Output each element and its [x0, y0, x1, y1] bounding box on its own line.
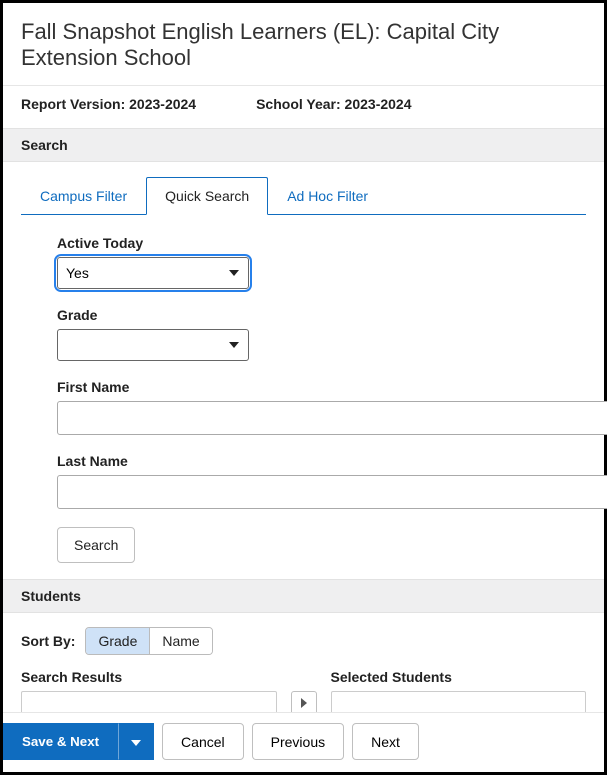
search-results-label: Search Results: [21, 669, 277, 685]
selected-students-label: Selected Students: [331, 669, 587, 685]
footer-bar: Save & Next Cancel Previous Next: [3, 712, 604, 772]
cancel-button[interactable]: Cancel: [162, 723, 244, 760]
active-today-label: Active Today: [57, 235, 568, 251]
sort-name[interactable]: Name: [150, 628, 211, 654]
report-version: Report Version: 2023-2024: [21, 96, 196, 112]
first-name-label: First Name: [57, 379, 568, 395]
school-year-label: School Year:: [256, 96, 341, 112]
chevron-down-icon: [131, 734, 141, 749]
grade-select[interactable]: [57, 329, 249, 361]
school-year: School Year: 2023-2024: [256, 96, 411, 112]
grade-label: Grade: [57, 307, 568, 323]
sort-row: Sort By: Grade Name: [3, 613, 604, 669]
sort-grade[interactable]: Grade: [86, 628, 150, 654]
chevron-right-icon: [300, 695, 308, 711]
report-meta-row: Report Version: 2023-2024 School Year: 2…: [3, 86, 604, 128]
sort-by-label: Sort By:: [21, 633, 75, 649]
save-next-button[interactable]: Save & Next: [3, 723, 118, 760]
next-button[interactable]: Next: [352, 723, 419, 760]
tab-quick-search[interactable]: Quick Search: [146, 177, 268, 215]
last-name-input[interactable]: [57, 475, 607, 509]
previous-button[interactable]: Previous: [252, 723, 344, 760]
active-today-select[interactable]: Yes: [57, 257, 249, 289]
last-name-label: Last Name: [57, 453, 568, 469]
search-section-header: Search: [3, 128, 604, 162]
sort-toggle: Grade Name: [85, 627, 212, 655]
tab-ad-hoc-filter[interactable]: Ad Hoc Filter: [268, 177, 387, 215]
page-title: Fall Snapshot English Learners (EL): Cap…: [3, 3, 604, 86]
report-version-label: Report Version:: [21, 96, 125, 112]
search-button[interactable]: Search: [57, 527, 135, 563]
save-next-menu-button[interactable]: [118, 723, 154, 760]
school-year-value: 2023-2024: [345, 96, 412, 112]
tab-campus-filter[interactable]: Campus Filter: [21, 177, 146, 215]
students-section-header: Students: [3, 579, 604, 613]
filter-tabs: Campus Filter Quick Search Ad Hoc Filter: [21, 176, 586, 215]
quick-search-form: Active Today Yes Grade First Name Last N…: [21, 215, 586, 579]
first-name-input[interactable]: [57, 401, 607, 435]
report-version-value: 2023-2024: [129, 96, 196, 112]
